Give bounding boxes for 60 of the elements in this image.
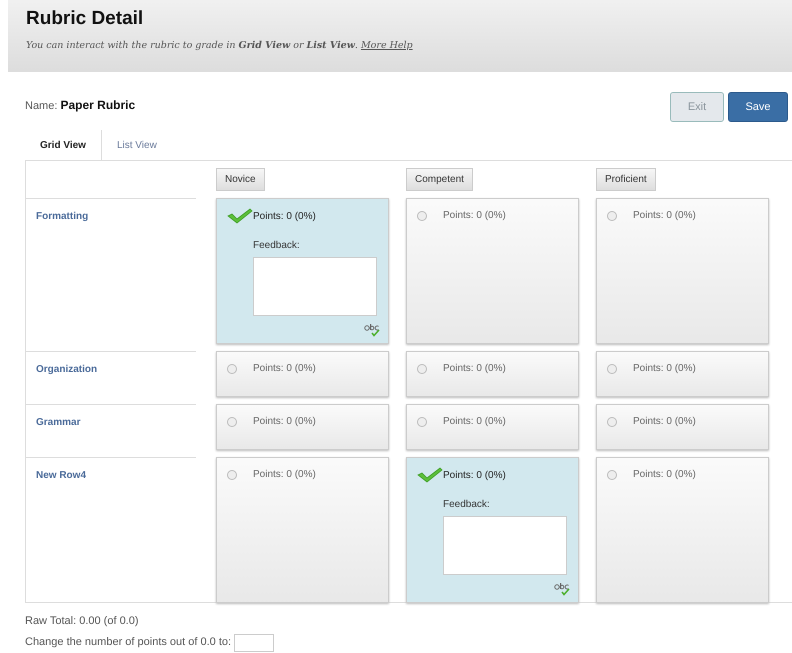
points-text: Points: 0 (0%) bbox=[443, 362, 506, 376]
points-text: Points: 0 (0%) bbox=[633, 209, 696, 223]
rating-cell[interactable]: Points: 0 (0%) bbox=[406, 198, 579, 344]
spellcheck-icon[interactable] bbox=[364, 323, 380, 337]
points-text: Points: 0 (0%) bbox=[633, 362, 696, 376]
save-button[interactable]: Save bbox=[728, 92, 788, 122]
points-text: Points: 0 (0%) bbox=[253, 362, 316, 376]
points-text: Points: 0 (0%) bbox=[443, 468, 506, 482]
feedback-label: Feedback: bbox=[443, 498, 491, 512]
check-icon bbox=[417, 467, 443, 483]
radio-button[interactable] bbox=[607, 416, 617, 426]
spellcheck-icon[interactable] bbox=[554, 582, 570, 596]
points-text: Points: 0 (0%) bbox=[633, 468, 696, 482]
view-tab[interactable]: Grid View bbox=[25, 130, 101, 160]
instructions-text: You can interact with the rubric to grade in Grid View or List View. bbox=[26, 40, 359, 51]
radio-button[interactable] bbox=[607, 470, 617, 480]
radio-button[interactable] bbox=[417, 210, 427, 220]
criterion-label: Grammar bbox=[26, 404, 196, 450]
criterion-label: Organization bbox=[26, 351, 196, 397]
rating-cell[interactable]: Points: 0 (0%) bbox=[406, 351, 579, 397]
rating-cell[interactable]: Points: 0 (0%) bbox=[216, 351, 389, 397]
points-text: Points: 0 (0%) bbox=[443, 209, 506, 223]
column-header: Competent bbox=[406, 168, 473, 191]
points-text: Points: 0 (0%) bbox=[443, 415, 506, 429]
rubric-name: Paper Rubric bbox=[60, 98, 136, 112]
points-text: Points: 0 (0%) bbox=[633, 415, 696, 429]
points-text: Points: 0 (0%) bbox=[253, 210, 316, 224]
radio-button[interactable] bbox=[607, 364, 617, 374]
change-points-label: Change the number of points out of 0.0 to: bbox=[25, 635, 232, 650]
name-label: Name: bbox=[25, 100, 58, 112]
radio-button[interactable] bbox=[417, 364, 427, 374]
page-title: Rubric Detail bbox=[26, 8, 144, 31]
radio-button[interactable] bbox=[417, 416, 427, 426]
feedback-label: Feedback: bbox=[253, 239, 301, 253]
points-input[interactable] bbox=[234, 634, 274, 652]
rating-cell[interactable]: Points: 0 (0%) bbox=[596, 457, 769, 603]
feedback-field[interactable] bbox=[253, 257, 377, 316]
criterion-label: New Row4 bbox=[26, 457, 196, 603]
rating-cell[interactable]: Points: 0 (0%) bbox=[596, 198, 769, 344]
radio-button[interactable] bbox=[227, 470, 237, 480]
rating-cell[interactable]: Points: 0 (0%) bbox=[216, 404, 389, 450]
column-header: Novice bbox=[216, 168, 265, 191]
check-icon bbox=[227, 208, 253, 224]
view-tab[interactable]: List View bbox=[102, 130, 172, 160]
feedback-field[interactable] bbox=[443, 516, 567, 575]
column-header: Proficient bbox=[596, 168, 656, 191]
points-text: Points: 0 (0%) bbox=[253, 415, 316, 429]
rating-cell[interactable]: Points: 0 (0%) Feedback: bbox=[216, 198, 389, 344]
rating-cell[interactable]: Points: 0 (0%) bbox=[216, 457, 389, 603]
radio-button[interactable] bbox=[607, 210, 617, 220]
more-help-link[interactable]: More Help bbox=[360, 40, 413, 51]
rating-cell[interactable]: Points: 0 (0%) bbox=[596, 351, 769, 397]
rating-cell[interactable]: Points: 0 (0%) bbox=[596, 404, 769, 450]
radio-button[interactable] bbox=[227, 416, 237, 426]
rating-cell[interactable]: Points: 0 (0%) bbox=[406, 404, 579, 450]
criterion-label: Formatting bbox=[26, 198, 196, 344]
raw-total-text: Raw Total: 0.00 (of 0.0) bbox=[25, 614, 140, 629]
radio-button[interactable] bbox=[227, 364, 237, 374]
points-text: Points: 0 (0%) bbox=[253, 468, 316, 482]
rating-cell[interactable]: Points: 0 (0%) Feedback: bbox=[406, 457, 579, 603]
